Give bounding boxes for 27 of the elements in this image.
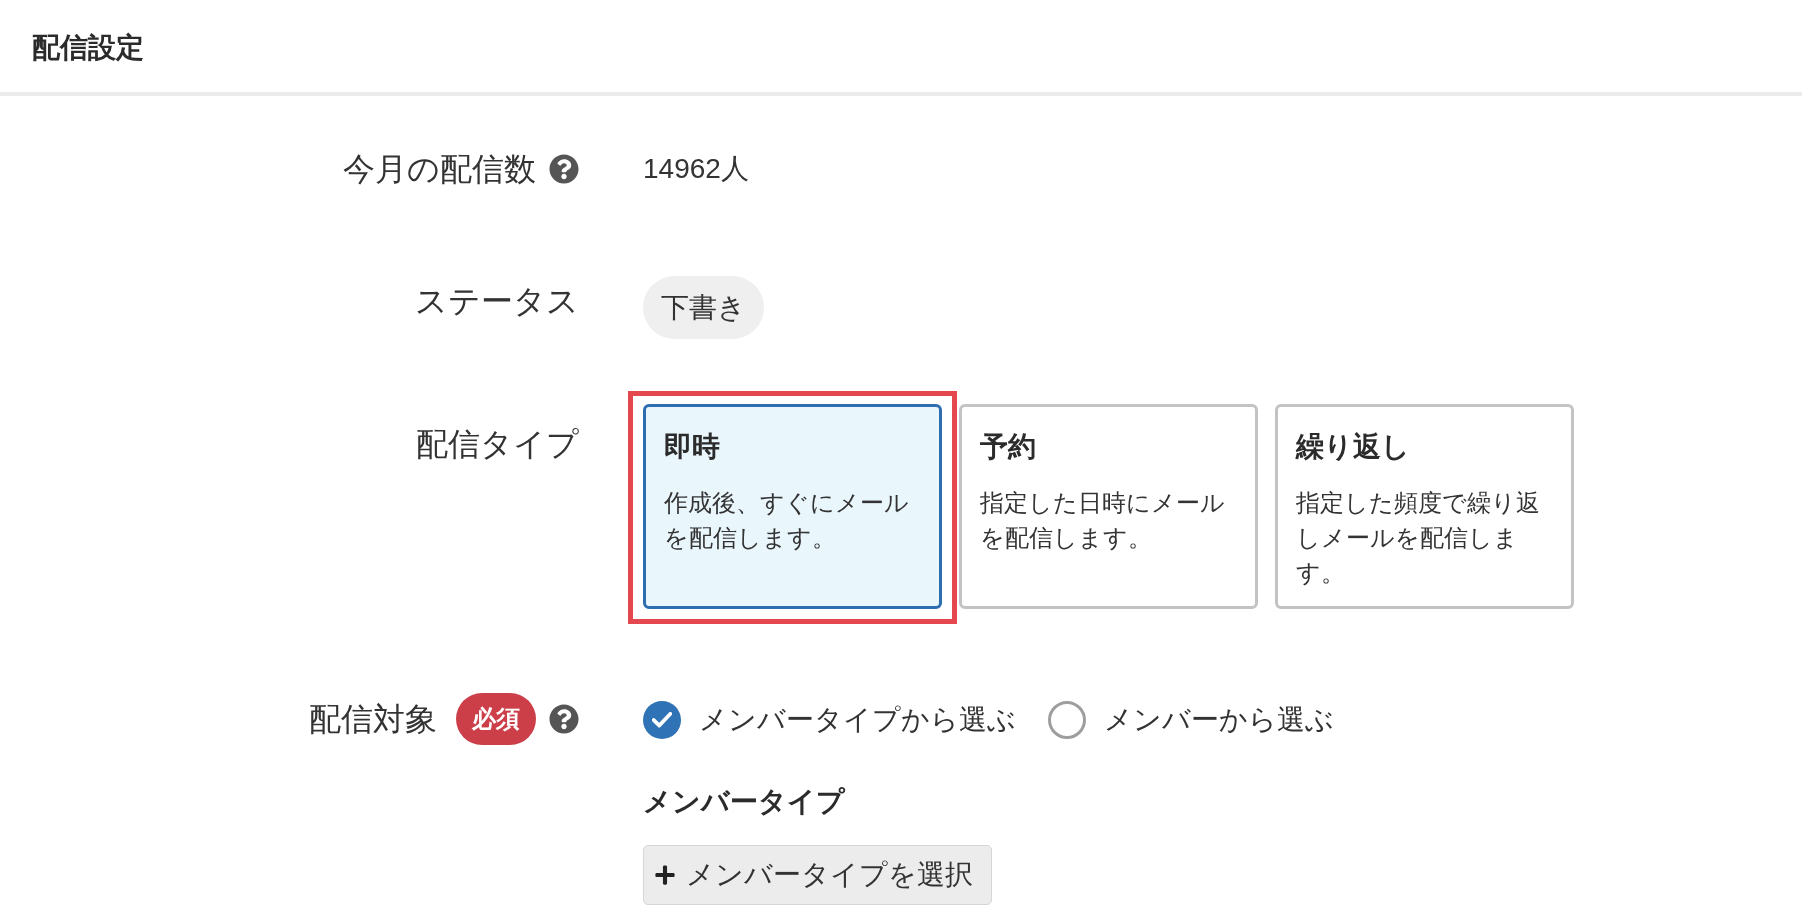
page-title: 配信設定: [32, 31, 144, 65]
radio-button[interactable]: [1048, 701, 1086, 739]
card-title: 即時: [664, 430, 720, 464]
check-icon: [652, 712, 672, 728]
plus-icon: [654, 864, 676, 886]
delivery-type-card[interactable]: 予約 指定した日時にメールを配信します。: [959, 404, 1258, 609]
field-value: 14962人: [643, 152, 749, 186]
section-heading: メンバータイプ: [643, 785, 845, 819]
card-description: 指定した日時にメールを配信します。: [980, 488, 1226, 553]
radio-button[interactable]: [643, 701, 681, 739]
radio-label[interactable]: メンバーから選ぶ: [1104, 700, 1334, 740]
radio-label[interactable]: メンバータイプから選ぶ: [699, 700, 1016, 740]
help-icon[interactable]: [549, 154, 579, 184]
delivery-type-card[interactable]: 即時 作成後、すぐにメールを配信します。: [643, 404, 942, 609]
field-label: 配信タイプ: [416, 425, 579, 464]
help-icon[interactable]: [549, 704, 579, 734]
status-badge: 下書き: [643, 276, 764, 339]
select-member-type-button[interactable]: メンバータイプを選択: [643, 845, 992, 905]
field-label: 配信対象: [309, 700, 437, 739]
required-badge: 必須: [456, 693, 536, 745]
field-label: 今月の配信数: [343, 150, 536, 189]
card-description: 指定した頻度で繰り返しメールを配信します。: [1296, 488, 1541, 588]
card-title: 予約: [980, 430, 1036, 464]
card-description: 作成後、すぐにメールを配信します。: [664, 488, 910, 553]
card-title: 繰り返し: [1296, 430, 1410, 464]
delivery-type-card[interactable]: 繰り返し 指定した頻度で繰り返しメールを配信します。: [1275, 404, 1574, 609]
field-label: ステータス: [415, 282, 579, 321]
